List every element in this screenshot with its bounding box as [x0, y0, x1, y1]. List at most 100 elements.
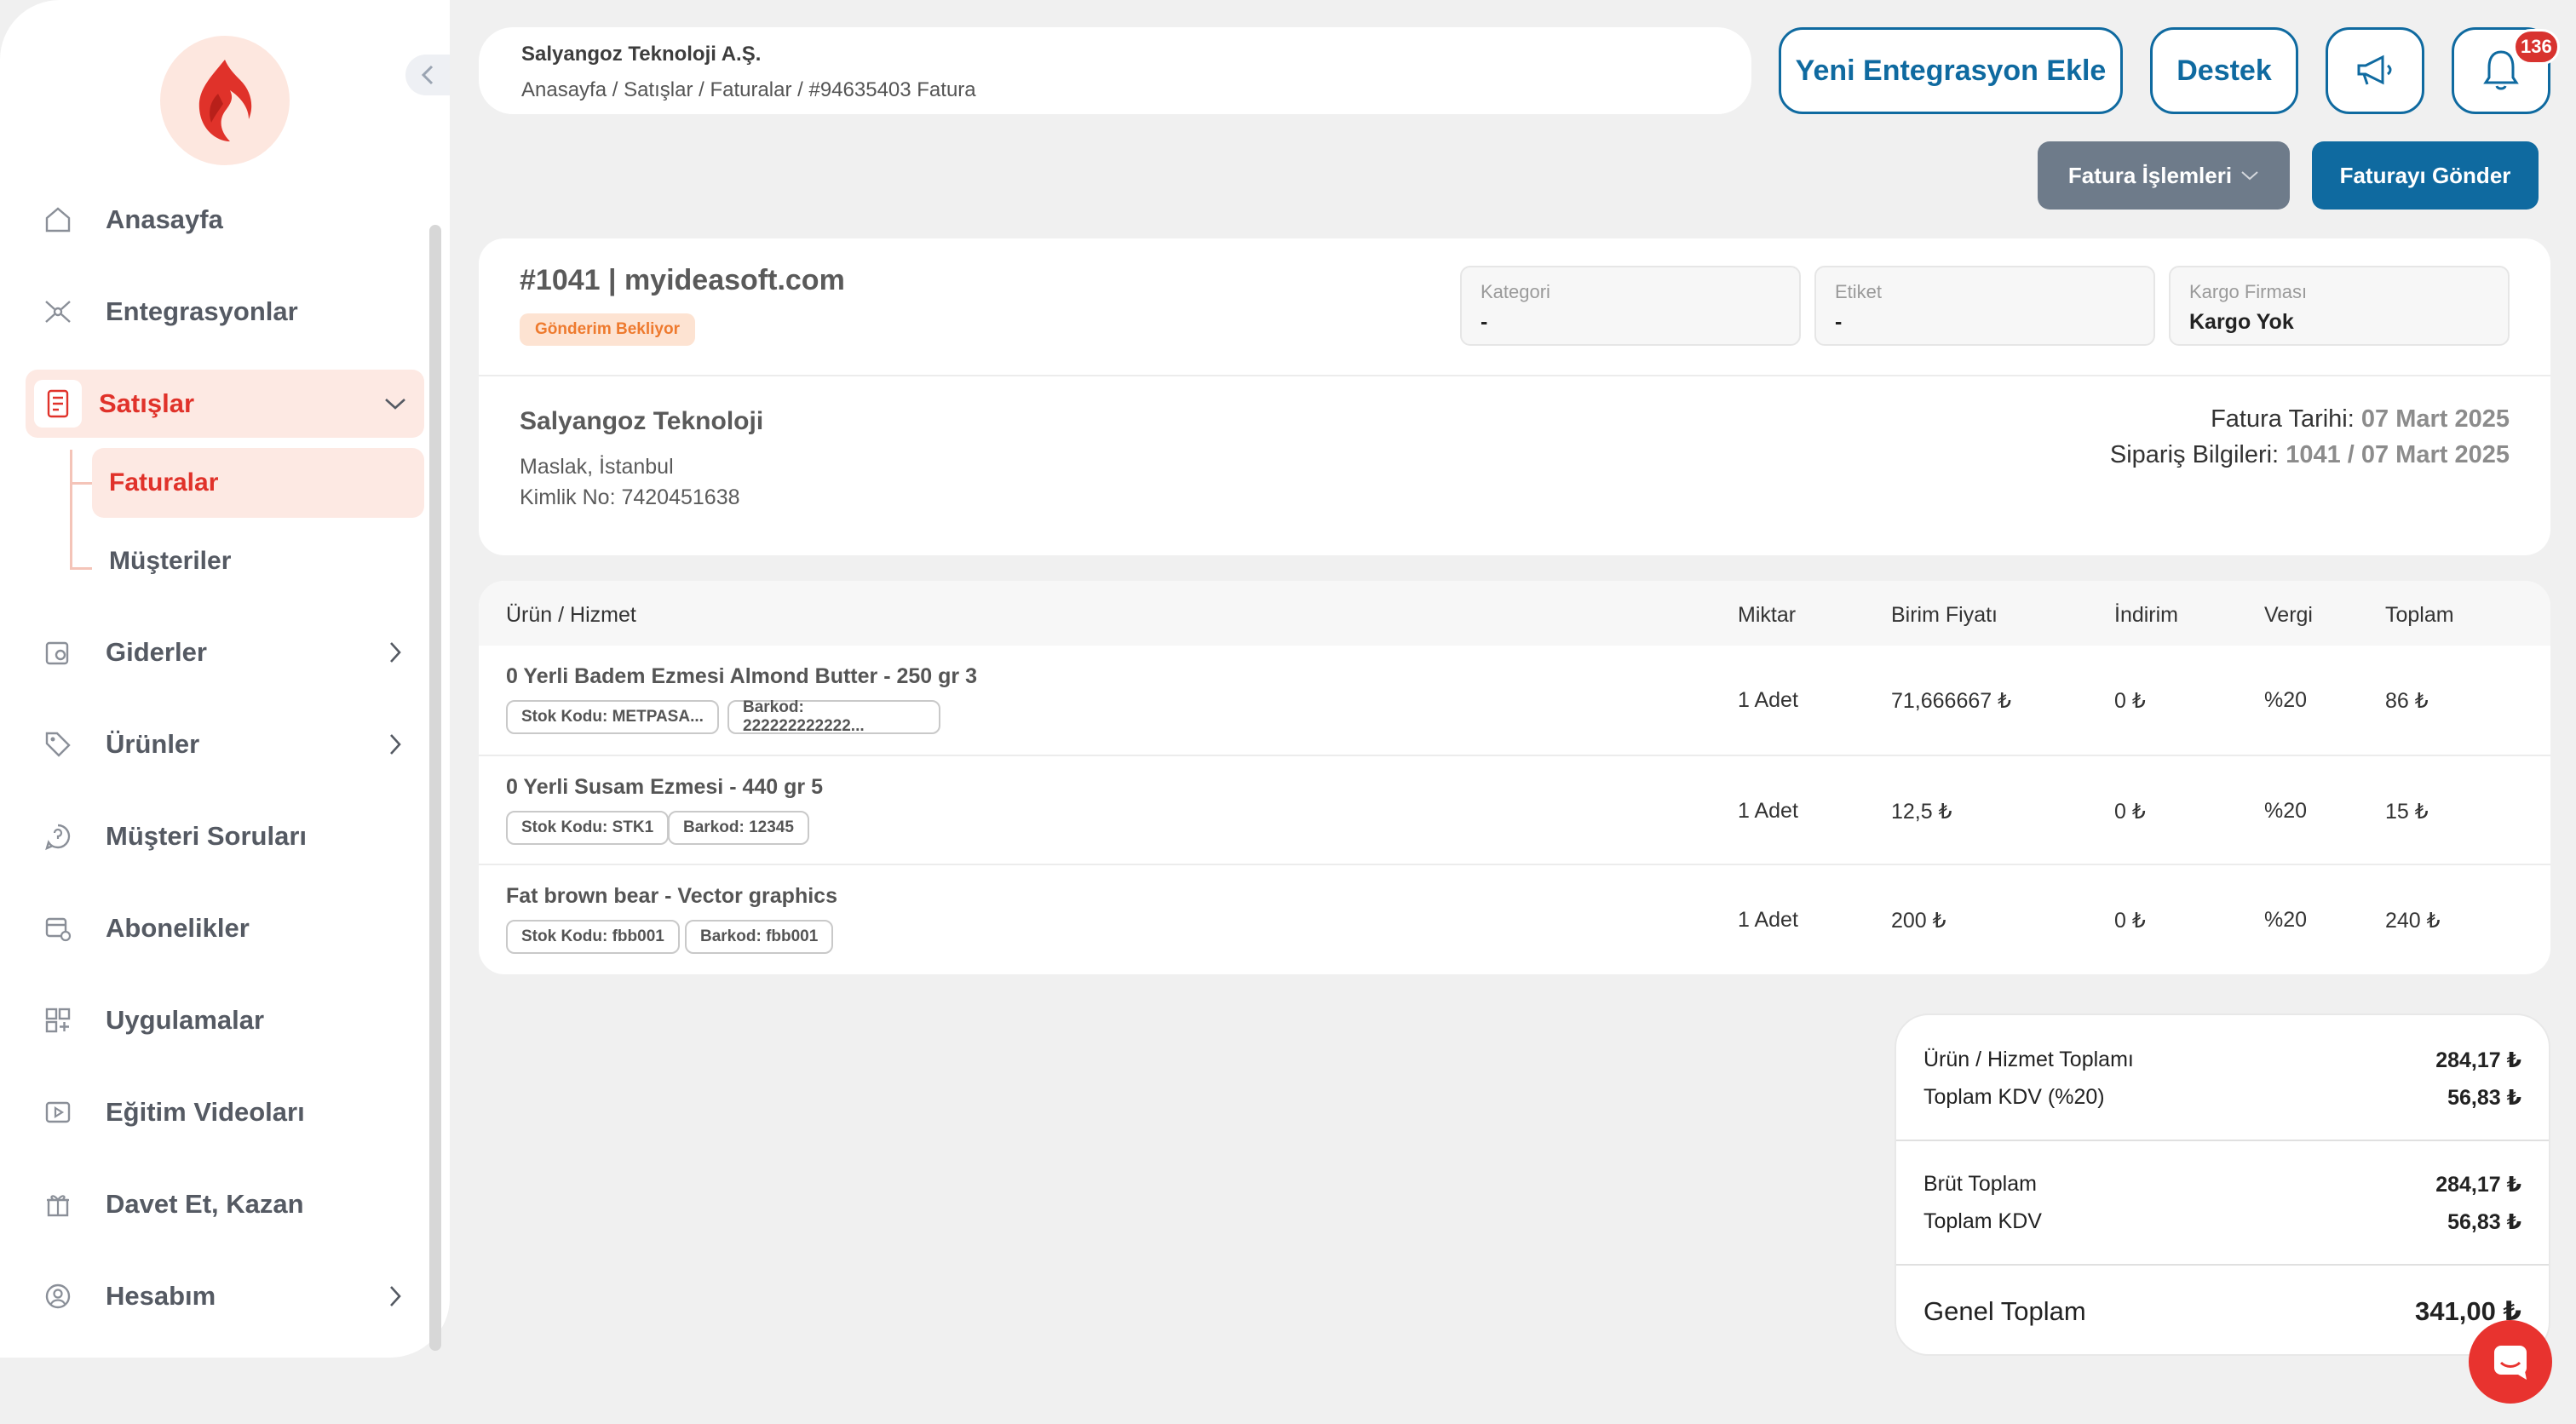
invoice-date: Fatura Tarihi: 07 Mart 2025 — [2211, 405, 2510, 434]
flame-logo-icon — [198, 60, 252, 141]
sidebar-item-anasayfa[interactable]: Anasayfa — [26, 186, 424, 254]
customer-tax-id: Kimlik No: 7420451638 — [520, 485, 740, 509]
total-cell: 15 ₺ — [2385, 800, 2429, 824]
breadcrumb[interactable]: Anasayfa / Satışlar / Faturalar / #94635… — [521, 78, 1709, 102]
send-invoice-button[interactable]: Faturayı Gönder — [2312, 141, 2539, 210]
order-title: #1041 | myideasoft.com — [520, 264, 845, 296]
stock-code-tag: Stok Kodu: METPASA... — [506, 700, 719, 734]
sidebar-item-label: Entegrasyonlar — [106, 296, 298, 326]
sidebar-item-entegrasyonlar[interactable]: Entegrasyonlar — [26, 278, 424, 346]
support-label: Destek — [2176, 54, 2272, 87]
sidebar-subitem-musteriler[interactable]: Müşteriler — [92, 526, 424, 596]
field-value: - — [1481, 310, 1488, 334]
status-badge: Gönderim Bekliyor — [520, 313, 695, 346]
barcode-tag: Barkod: 12345 — [668, 811, 809, 845]
subscription-icon — [41, 911, 75, 945]
category-field[interactable]: Kategori - — [1460, 266, 1801, 346]
invoice-items-table: Ürün / Hizmet Miktar Birim Fiyatı İndiri… — [479, 581, 2550, 974]
gross-total-value: 284,17 ₺ — [2435, 1173, 2521, 1197]
tag-icon — [41, 727, 75, 761]
kdv20-row: Toplam KDV (%20) 56,83 ₺ — [1923, 1085, 2521, 1110]
sidebar-item-label: Eğitim Videoları — [106, 1097, 305, 1127]
sidebar-item-urunler[interactable]: Ürünler — [26, 710, 424, 778]
sidebar-item-label: Uygulamalar — [106, 1005, 265, 1035]
table-row[interactable]: Fat brown bear - Vector graphics Stok Ko… — [479, 864, 2550, 973]
sidebar-item-satislar[interactable]: Satışlar — [26, 370, 424, 438]
field-label: Kargo Firması — [2189, 281, 2308, 302]
kdv20-value: 56,83 ₺ — [2447, 1086, 2521, 1110]
sidebar-item-davet-et[interactable]: Davet Et, Kazan — [26, 1170, 424, 1238]
chevron-down-icon — [382, 390, 409, 417]
chevron-right-icon — [382, 639, 409, 666]
sidebar-item-label: Müşteri Soruları — [106, 821, 307, 851]
total-cell: 86 ₺ — [2385, 689, 2429, 713]
sidebar-item-label: Davet Et, Kazan — [106, 1189, 304, 1219]
field-label: Kategori — [1481, 281, 1550, 302]
order-info-value: 1041 / 07 Mart 2025 — [2286, 441, 2510, 468]
sidebar-item-label: Abonelikler — [106, 913, 250, 943]
chevron-right-icon — [382, 731, 409, 758]
sidebar-item-giderler[interactable]: Giderler — [26, 618, 424, 686]
table-row[interactable]: 0 Yerli Badem Ezmesi Almond Butter - 250… — [479, 646, 2550, 755]
new-integration-button[interactable]: Yeni Entegrasyon Ekle — [1779, 27, 2123, 114]
support-button[interactable]: Destek — [2150, 27, 2298, 114]
unit-price-cell: 200 ₺ — [1891, 909, 1946, 933]
column-header: Ürün / Hizmet — [506, 603, 636, 627]
quantity-cell: 1 Adet — [1738, 799, 1798, 823]
tag-field[interactable]: Etiket - — [1814, 266, 2155, 346]
sidebar-item-egitim-videolari[interactable]: Eğitim Videoları — [26, 1078, 424, 1146]
submenu-tree-line — [70, 450, 72, 569]
grand-total-label: Genel Toplam — [1923, 1296, 2086, 1326]
brand-logo[interactable] — [160, 36, 290, 165]
sidebar-collapse-button[interactable] — [405, 55, 450, 95]
chat-icon — [2494, 1346, 2527, 1380]
items-total-row: Ürün / Hizmet Toplamı 284,17 ₺ — [1923, 1048, 2521, 1072]
company-name: Salyangoz Teknoloji A.Ş. — [521, 43, 762, 66]
cargo-company-field[interactable]: Kargo Firması Kargo Yok — [2169, 266, 2510, 346]
stock-code-tag: Stok Kodu: fbb001 — [506, 920, 680, 954]
notification-count-badge: 136 — [2513, 29, 2560, 65]
gross-total-row: Brüt Toplam 284,17 ₺ — [1923, 1172, 2521, 1197]
discount-cell: 0 ₺ — [2114, 800, 2146, 824]
grand-total-row: Genel Toplam 341,00 ₺ — [1923, 1296, 2521, 1327]
column-header: Birim Fiyatı — [1891, 603, 1998, 627]
kdv-total-value: 56,83 ₺ — [2447, 1210, 2521, 1234]
sidebar-subitem-label: Müşteriler — [109, 547, 232, 575]
barcode-tag: Barkod: fbb001 — [685, 920, 834, 954]
sidebar-subitem-faturalar[interactable]: Faturalar — [92, 448, 424, 518]
expense-icon — [41, 635, 75, 669]
sidebar-scrollbar[interactable] — [429, 225, 441, 1351]
gross-total-label: Brüt Toplam — [1923, 1172, 2037, 1196]
total-cell: 240 ₺ — [2385, 909, 2441, 933]
chat-question-icon — [41, 819, 75, 853]
sidebar-item-abonelikler[interactable]: Abonelikler — [26, 894, 424, 962]
receipt-icon — [34, 380, 82, 428]
unit-price-cell: 12,5 ₺ — [1891, 800, 1952, 824]
items-total-value: 284,17 ₺ — [2435, 1048, 2521, 1072]
sidebar-subitem-label: Faturalar — [109, 468, 219, 497]
customer-address: Maslak, İstanbul — [520, 455, 674, 479]
invoice-date-label: Fatura Tarihi: — [2211, 405, 2355, 433]
tax-cell: %20 — [2264, 799, 2308, 823]
column-header: Toplam — [2385, 603, 2454, 627]
discount-cell: 0 ₺ — [2114, 689, 2146, 713]
sidebar-item-hesabim[interactable]: Hesabım — [26, 1262, 424, 1330]
live-chat-button[interactable] — [2469, 1320, 2552, 1404]
divider — [479, 375, 2550, 376]
home-icon — [41, 203, 75, 237]
submenu-tree-branch — [70, 482, 92, 485]
video-icon — [41, 1095, 75, 1129]
sidebar-item-label: Hesabım — [106, 1281, 216, 1311]
order-info: Sipariş Bilgileri: 1041 / 07 Mart 2025 — [2110, 441, 2510, 469]
invoice-operations-label: Fatura İşlemleri — [2067, 162, 2233, 188]
sidebar-item-musteri-sorulari[interactable]: Müşteri Soruları — [26, 802, 424, 870]
column-header: Vergi — [2264, 603, 2313, 627]
header-card: Salyangoz Teknoloji A.Ş. Anasayfa / Satı… — [479, 27, 1751, 114]
stock-code-tag: Stok Kodu: STK1 — [506, 811, 670, 845]
table-row[interactable]: 0 Yerli Susam Ezmesi - 440 gr 5 Stok Kod… — [479, 755, 2550, 864]
field-label: Etiket — [1835, 281, 1883, 302]
invoice-operations-dropdown[interactable]: Fatura İşlemleri — [2038, 141, 2290, 210]
field-value: Kargo Yok — [2189, 310, 2294, 334]
announcements-button[interactable] — [2326, 27, 2424, 114]
sidebar-item-uygulamalar[interactable]: Uygulamalar — [26, 986, 424, 1054]
